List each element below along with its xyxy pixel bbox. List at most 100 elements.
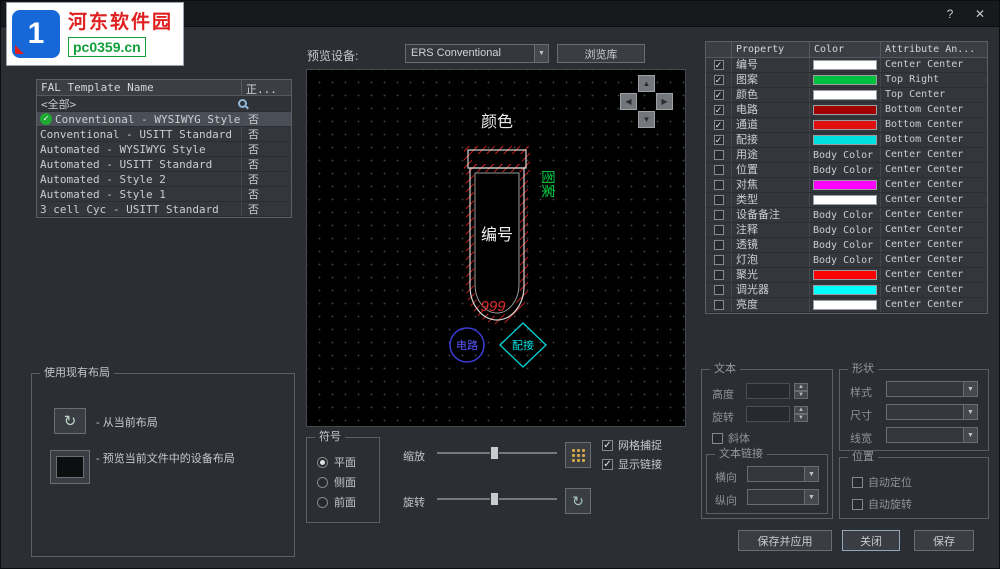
template-row[interactable]: ✓ Conventional - WYSIWYG Style 否	[37, 112, 291, 127]
property-checkbox[interactable]: ✓	[713, 105, 724, 115]
color-swatch[interactable]	[813, 180, 877, 190]
property-row[interactable]: 类型 Center Center	[706, 193, 987, 208]
color-swatch[interactable]	[813, 135, 877, 145]
property-row[interactable]: ✓ 配接 Bottom Center	[706, 133, 987, 148]
stepper-down-icon[interactable]: ▼	[794, 414, 808, 422]
slider-thumb[interactable]	[490, 492, 499, 506]
property-row[interactable]: 灯泡 Body Color Center Center	[706, 253, 987, 268]
pan-down-button[interactable]: ▼	[638, 111, 655, 128]
column-header-attribute[interactable]: Attribute An...	[881, 42, 987, 57]
stepper-down-icon[interactable]: ▼	[794, 391, 808, 399]
show-links-checkbox[interactable]: ✓ 显示链接	[602, 456, 662, 472]
property-checkbox[interactable]	[713, 255, 724, 265]
property-row[interactable]: ✓ 编号 Center Center	[706, 58, 987, 73]
property-checkbox[interactable]: ✓	[713, 60, 724, 70]
property-row[interactable]: 对焦 Center Center	[706, 178, 987, 193]
rotate-slider[interactable]	[437, 491, 557, 507]
property-checkbox[interactable]: ✓	[713, 90, 724, 100]
linewidth-select[interactable]: ▼	[886, 427, 978, 443]
color-swatch[interactable]	[813, 270, 877, 280]
grid-display-button[interactable]	[565, 442, 591, 468]
search-icon[interactable]	[238, 99, 247, 108]
zoom-slider[interactable]	[437, 445, 557, 461]
property-checkbox[interactable]	[713, 195, 724, 205]
property-checkbox[interactable]	[713, 165, 724, 175]
color-swatch[interactable]	[813, 300, 877, 310]
color-swatch[interactable]	[813, 120, 877, 130]
save-and-apply-button[interactable]: 保存并应用	[738, 530, 832, 551]
auto-rotate-checkbox[interactable]: 自动旋转	[852, 496, 912, 512]
template-row[interactable]: Conventional - USITT Standard 否	[37, 127, 291, 142]
property-row[interactable]: 透镜 Body Color Center Center	[706, 238, 987, 253]
property-checkbox[interactable]	[713, 285, 724, 295]
property-checkbox[interactable]: ✓	[713, 135, 724, 145]
property-checkbox[interactable]	[713, 240, 724, 250]
color-swatch[interactable]	[813, 60, 877, 70]
property-row[interactable]: 设备备注 Body Color Center Center	[706, 208, 987, 223]
property-row[interactable]: 用途 Body Color Center Center	[706, 148, 987, 163]
color-swatch[interactable]	[813, 195, 877, 205]
property-row[interactable]: 亮度 Center Center	[706, 298, 987, 313]
size-select[interactable]: ▼	[886, 404, 978, 420]
property-row[interactable]: 注释 Body Color Center Center	[706, 223, 987, 238]
device-select[interactable]: ERS Conventional ▼	[405, 44, 549, 63]
property-checkbox[interactable]	[713, 270, 724, 280]
column-header-property[interactable]: Property	[732, 42, 810, 57]
column-header-flag[interactable]: 正...	[242, 80, 291, 95]
browse-library-button[interactable]: 浏览库	[557, 44, 645, 63]
stepper-up-icon[interactable]: ▲	[794, 383, 808, 391]
property-row[interactable]: ✓ 通道 Bottom Center	[706, 118, 987, 133]
save-button[interactable]: 保存	[914, 530, 974, 551]
help-button[interactable]: ?	[939, 5, 961, 23]
text-rotation-stepper[interactable]: ▲ ▼	[794, 406, 808, 422]
pan-up-button[interactable]: ▲	[638, 75, 655, 92]
template-row[interactable]: Automated - Style 1 否	[37, 187, 291, 202]
close-dialog-button[interactable]: 关闭	[842, 530, 900, 551]
template-row[interactable]: Automated - WYSIWYG Style 否	[37, 142, 291, 157]
pan-right-button[interactable]: ▶	[656, 93, 673, 110]
property-row[interactable]: 位置 Body Color Center Center	[706, 163, 987, 178]
color-swatch[interactable]	[813, 105, 877, 115]
template-row[interactable]: Automated - Style 2 否	[37, 172, 291, 187]
template-filter-row[interactable]: <全部>	[37, 96, 291, 112]
auto-position-checkbox[interactable]: 自动定位	[852, 474, 912, 490]
property-checkbox[interactable]	[713, 180, 724, 190]
column-header-checkbox[interactable]	[706, 42, 732, 57]
color-swatch[interactable]	[813, 285, 877, 295]
symbol-radio-option[interactable]: 侧面	[317, 472, 356, 492]
italic-checkbox[interactable]: 斜体	[712, 430, 750, 446]
pan-left-button[interactable]: ◀	[620, 93, 637, 110]
stepper-up-icon[interactable]: ▲	[794, 406, 808, 414]
height-stepper[interactable]: ▲ ▼	[794, 383, 808, 399]
template-row[interactable]: 3 cell Cyc - USITT Standard 否	[37, 202, 291, 217]
column-header-template-name[interactable]: FAL Template Name	[37, 80, 242, 95]
property-row[interactable]: 聚光 Center Center	[706, 268, 987, 283]
symbol-radio-option[interactable]: 平面	[317, 452, 356, 472]
template-row[interactable]: Automated - USITT Standard 否	[37, 157, 291, 172]
preview-canvas[interactable]: 颜色 图案 编号 999 电路 配接 ▲ ◀ ▶ ▼	[306, 69, 686, 427]
property-checkbox[interactable]: ✓	[713, 75, 724, 85]
slider-thumb[interactable]	[490, 446, 499, 460]
column-header-color[interactable]: Color	[810, 42, 881, 57]
style-select[interactable]: ▼	[886, 381, 978, 397]
property-checkbox[interactable]	[713, 210, 724, 220]
property-row[interactable]: 调光器 Center Center	[706, 283, 987, 298]
vertical-select[interactable]: ▼	[747, 489, 819, 505]
symbol-radio-option[interactable]: 前面	[317, 492, 356, 512]
property-checkbox[interactable]	[713, 300, 724, 310]
property-row[interactable]: ✓ 图案 Top Right	[706, 73, 987, 88]
color-swatch[interactable]	[813, 90, 877, 100]
property-checkbox[interactable]	[713, 150, 724, 160]
text-rotation-input[interactable]	[746, 406, 790, 422]
grid-snap-checkbox[interactable]: ✓ 网格捕捉	[602, 437, 662, 453]
height-input[interactable]	[746, 383, 790, 399]
reset-rotation-button[interactable]: ↻	[565, 488, 591, 514]
property-row[interactable]: ✓ 颜色 Top Center	[706, 88, 987, 103]
from-current-layout-button[interactable]: ↻	[54, 408, 86, 434]
close-button[interactable]: ✕	[969, 5, 991, 23]
horizontal-select[interactable]: ▼	[747, 466, 819, 482]
property-row[interactable]: ✓ 电路 Bottom Center	[706, 103, 987, 118]
property-checkbox[interactable]: ✓	[713, 120, 724, 130]
property-checkbox[interactable]	[713, 225, 724, 235]
preview-layout-button[interactable]	[50, 450, 90, 484]
